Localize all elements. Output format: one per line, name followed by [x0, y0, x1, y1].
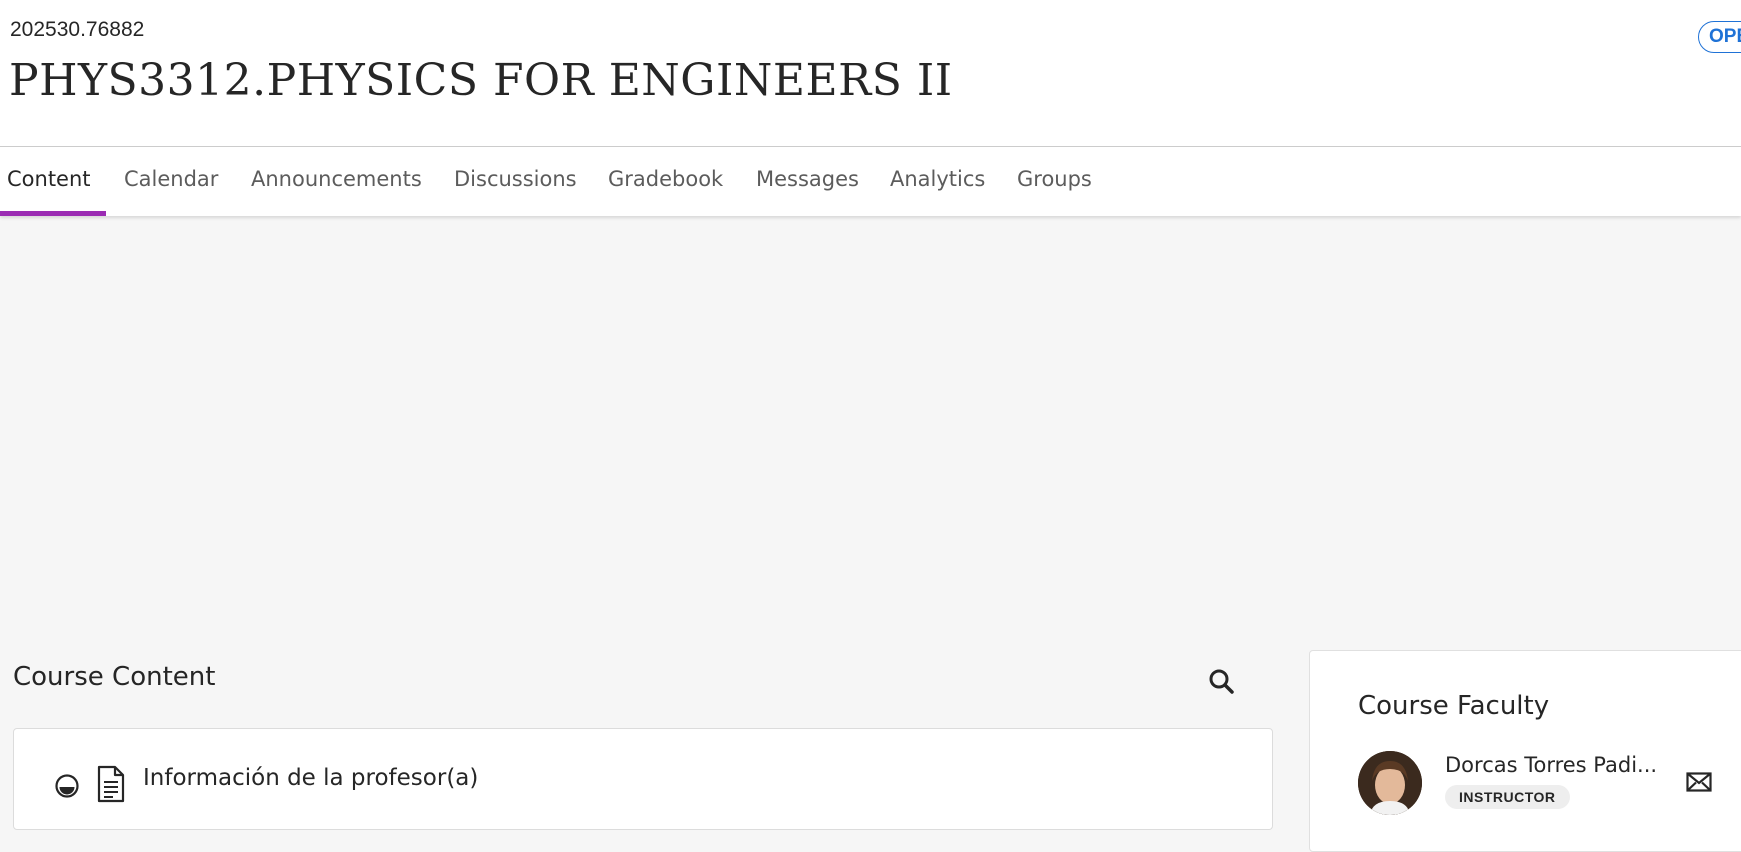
course-faculty-panel: Course Faculty Dorcas Torres Padi... INS…: [1309, 650, 1741, 852]
avatar[interactable]: [1358, 751, 1422, 815]
tab-groups[interactable]: Groups: [1017, 147, 1092, 216]
faculty-name[interactable]: Dorcas Torres Padi...: [1445, 753, 1657, 777]
tab-messages[interactable]: Messages: [756, 147, 859, 216]
active-tab-indicator: [0, 211, 106, 216]
content-item-card: Información de la profesor(a): [13, 728, 1273, 830]
course-faculty-heading: Course Faculty: [1358, 691, 1550, 721]
tab-calendar[interactable]: Calendar: [124, 147, 218, 216]
tab-analytics[interactable]: Analytics: [890, 147, 985, 216]
tab-content[interactable]: Content: [7, 147, 91, 216]
tab-gradebook[interactable]: Gradebook: [608, 147, 723, 216]
search-icon: [1209, 669, 1234, 694]
course-title: PHYS3312.PHYSICS FOR ENGINEERS II: [9, 55, 953, 106]
content-item-title[interactable]: Información de la profesor(a): [143, 765, 478, 791]
instructor-photo: [1358, 751, 1422, 815]
tab-discussions[interactable]: Discussions: [454, 147, 577, 216]
tab-announcements[interactable]: Announcements: [251, 147, 422, 216]
role-badge: INSTRUCTOR: [1445, 785, 1570, 809]
course-nav-tabs: Content Calendar Announcements Discussio…: [0, 147, 1741, 216]
mail-icon[interactable]: [1686, 772, 1712, 792]
course-status-badge[interactable]: OPEN: [1698, 21, 1741, 53]
half-filled-circle-icon[interactable]: [54, 773, 80, 799]
document-icon: [97, 765, 125, 803]
search-button[interactable]: [1204, 664, 1240, 700]
course-content-heading: Course Content: [13, 662, 216, 692]
course-header: 202530.76882 PHYS3312.PHYSICS FOR ENGINE…: [0, 0, 1741, 147]
course-id: 202530.76882: [10, 18, 145, 41]
